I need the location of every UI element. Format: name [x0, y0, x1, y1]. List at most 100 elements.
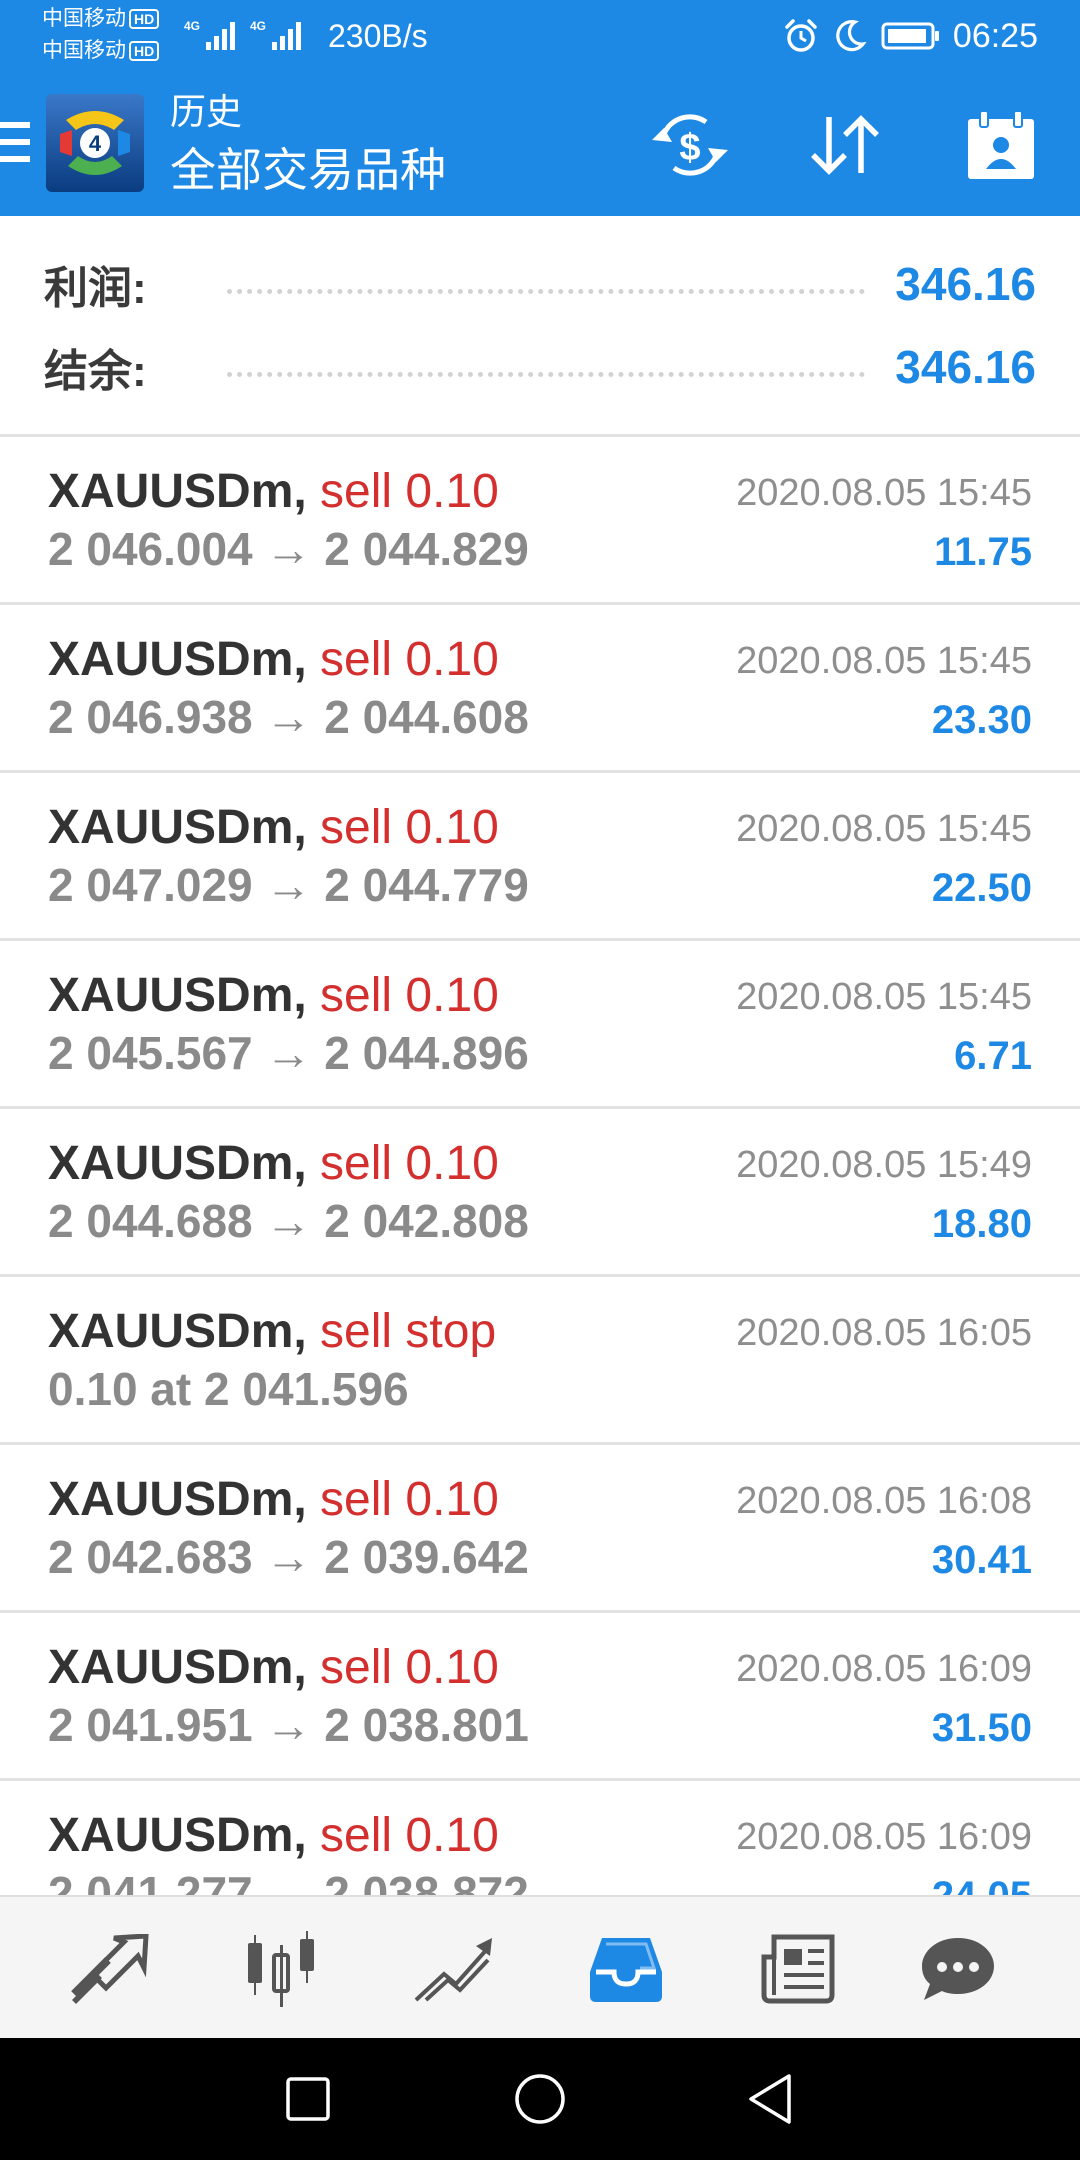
deal-title: XAUUSDm, sell 0.10 [48, 1809, 499, 1863]
deals-list[interactable]: XAUUSDm, sell 0.10 2 046.004 → 2 044.829… [0, 437, 1080, 1895]
deal-title: XAUUSDm, sell 0.10 [48, 1473, 499, 1527]
deal-prices: 2 042.683 → 2 039.642 [48, 1531, 529, 1583]
deal-row[interactable]: XAUUSDm, sell 0.10 2 046.938 → 2 044.608… [0, 605, 1080, 773]
currency-exchange-button[interactable]: $ [645, 100, 735, 190]
back-button[interactable] [740, 2069, 800, 2129]
signal-icon: 4G [250, 19, 301, 50]
moon-icon [836, 20, 867, 52]
deal-symbol: XAUUSDm, [48, 1809, 307, 1862]
deal-symbol: XAUUSDm, [48, 633, 307, 686]
deal-title: XAUUSDm, sell 0.10 [48, 1641, 499, 1695]
deal-prices: 2 046.004 → 2 044.829 [48, 523, 529, 575]
menu-icon[interactable] [0, 122, 30, 162]
deal-symbol: XAUUSDm, [48, 465, 307, 518]
order-volume-price: 0.10 at 2 041.596 [48, 1363, 409, 1415]
deal-type: sell 0.10 [320, 1473, 499, 1526]
deal-profit: 22.50 [931, 866, 1032, 910]
nav-chart[interactable] [196, 1897, 368, 2040]
deal-type: sell 0.10 [320, 1809, 499, 1862]
system-navigation-bar [0, 2038, 1080, 2160]
deal-time: 2020.08.05 16:09 [736, 1648, 1032, 1690]
status-right-group: 06:25 [769, 14, 1038, 58]
deal-time: 2020.08.05 15:49 [736, 1144, 1032, 1186]
symbol-filter-label[interactable]: 全部交易品种 [170, 144, 446, 196]
history-icon [590, 1937, 662, 2002]
deal-profit: 24.05 [932, 1873, 1032, 1895]
deal-time: 2020.08.05 15:45 [736, 472, 1032, 514]
deal-title: XAUUSDm, sell 0.10 [48, 465, 499, 519]
back-triangle-icon [749, 2074, 791, 2124]
page-title: 历史 [170, 91, 243, 132]
deal-profit: 31.50 [931, 1706, 1032, 1750]
svg-text:$: $ [679, 127, 700, 169]
dotted-leader [226, 371, 866, 377]
deal-row[interactable]: XAUUSDm, sell 0.10 2 045.567 → 2 044.896… [0, 941, 1080, 1109]
sort-button[interactable] [800, 100, 890, 190]
news-icon [761, 1934, 835, 2003]
deal-row[interactable]: XAUUSDm, sell 0.10 2 044.688 → 2 042.808… [0, 1109, 1080, 1277]
app-bar: 4 历史 全部交易品种 $ [0, 70, 1080, 216]
status-bar: 中国移动 HD 中国移动 HD 4G 4G 230B/s 06:25 [0, 0, 1080, 70]
account-summary: 利润: 346.16 结余: 346.16 [0, 216, 1080, 437]
deal-row[interactable]: XAUUSDm, sell 0.10 2 042.683 → 2 039.642… [0, 1445, 1080, 1613]
profit-value: 346.16 [895, 258, 1036, 310]
currency-exchange-icon: $ [652, 114, 728, 176]
order-row[interactable]: XAUUSDm, sell stop 0.10 at 2 041.596 202… [0, 1277, 1080, 1445]
network-speed: 230B/s [328, 18, 428, 54]
deal-profit: 18.80 [931, 1202, 1032, 1246]
battery-icon [881, 22, 939, 50]
deal-row[interactable]: XAUUSDm, sell 0.10 2 047.029 → 2 044.779… [0, 773, 1080, 941]
deal-symbol: XAUUSDm, [48, 1473, 307, 1526]
deal-row[interactable]: XAUUSDm, sell 0.10 2 041.277 → 2 038.872… [0, 1781, 1080, 1895]
deal-time: 2020.08.05 16:08 [736, 1480, 1032, 1522]
deal-symbol: XAUUSDm, [48, 801, 307, 854]
deal-time: 2020.08.05 15:45 [736, 976, 1032, 1018]
balance-label: 结余: [44, 347, 147, 396]
nav-quotes[interactable] [24, 1897, 196, 2040]
svg-text:4G: 4G [250, 19, 266, 33]
deal-row[interactable]: XAUUSDm, sell 0.10 2 041.951 → 2 038.801… [0, 1613, 1080, 1781]
deal-symbol: XAUUSDm, [48, 1305, 307, 1358]
nav-history[interactable] [540, 1897, 712, 2040]
balance-value: 346.16 [895, 341, 1036, 393]
nav-trade[interactable] [368, 1897, 540, 2040]
deal-row[interactable]: XAUUSDm, sell 0.10 2 046.004 → 2 044.829… [0, 437, 1080, 605]
carrier-label-2: 中国移动 HD [42, 40, 160, 62]
deal-symbol: XAUUSDm, [48, 1641, 307, 1694]
recents-button[interactable] [278, 2069, 338, 2129]
trade-icon [414, 1937, 492, 2001]
hd-badge: HD [129, 41, 160, 62]
deal-profit: 11.75 [934, 530, 1032, 574]
deal-type: sell 0.10 [320, 633, 499, 686]
chat-icon [922, 1937, 994, 2000]
deal-prices: 2 045.567 → 2 044.896 [48, 1027, 529, 1079]
dotted-leader [226, 288, 866, 294]
deal-profit: 30.41 [931, 1538, 1032, 1582]
app-logo-icon[interactable]: 4 [46, 94, 144, 192]
nav-chat[interactable] [872, 1897, 1044, 2040]
deal-title: XAUUSDm, sell 0.10 [48, 969, 499, 1023]
alarm-icon [785, 19, 817, 52]
deal-type: sell 0.10 [320, 1641, 499, 1694]
deal-time: 2020.08.05 15:45 [736, 808, 1032, 850]
calendar-button[interactable] [956, 100, 1046, 190]
sort-icon [811, 115, 879, 175]
deal-type: sell 0.10 [320, 465, 499, 518]
quotes-icon [71, 1933, 149, 2004]
balance-row: 结余: 346.16 [44, 337, 1036, 397]
deal-prices: 2 041.277 → 2 038.872 [48, 1867, 529, 1895]
profit-label: 利润: [44, 264, 147, 313]
deal-prices: 2 041.951 → 2 038.801 [48, 1699, 529, 1751]
deal-time: 2020.08.05 15:45 [736, 640, 1032, 682]
home-button[interactable] [510, 2069, 570, 2129]
deal-symbol: XAUUSDm, [48, 969, 307, 1022]
carrier-name-1: 中国移动 [42, 7, 126, 30]
nav-news[interactable] [712, 1897, 884, 2040]
bottom-navigation [0, 1895, 1080, 2040]
deal-profit: 6.71 [954, 1034, 1032, 1078]
hd-badge: HD [129, 9, 160, 30]
status-clock: 06:25 [952, 16, 1038, 55]
svg-text:4: 4 [89, 131, 102, 156]
calendar-icon [968, 110, 1034, 179]
deal-type: sell 0.10 [320, 969, 499, 1022]
